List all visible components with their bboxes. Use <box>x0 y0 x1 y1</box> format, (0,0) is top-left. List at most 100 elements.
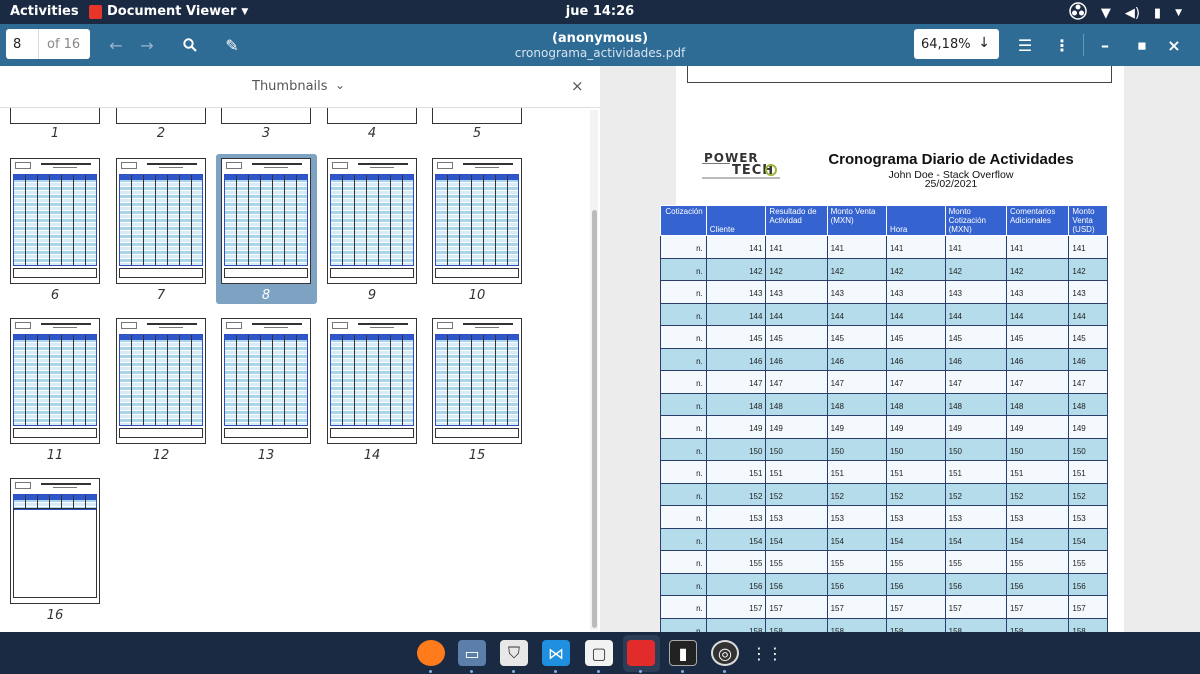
system-tray[interactable]: ▼ ◀) ▮ ▼ <box>1069 2 1182 24</box>
battery-icon[interactable]: ▮ <box>1154 6 1161 21</box>
thumbnail-page-partial[interactable] <box>327 108 417 124</box>
table-row: n. 145 145 145 145 145 145 145 <box>660 325 1108 349</box>
table-cell: 150 <box>826 437 887 461</box>
table-row: n. 142 142 142 142 142 142 142 <box>660 257 1108 281</box>
clock[interactable]: jue 14:26 <box>566 4 634 19</box>
close-sidebar-icon[interactable]: × <box>571 77 584 95</box>
thumbnail-page[interactable]: 15 <box>422 314 522 464</box>
table-row: n. 156 156 156 156 156 156 156 <box>660 572 1108 596</box>
top-bar: Activities Document Viewer ▼ jue 14:26 ▼… <box>0 0 1200 24</box>
document-view[interactable]: POWER TECH Cronograma Diario de Activida… <box>600 66 1200 632</box>
vscode-icon[interactable]: ⋈ <box>542 640 570 666</box>
table-cell: n. <box>660 482 707 506</box>
sidebar-mode-label[interactable]: Thumbnails <box>252 79 328 94</box>
running-indicator <box>639 670 642 673</box>
thumbnail-page[interactable]: 13 <box>211 314 311 464</box>
column-header: Monto Venta (USD) <box>1068 205 1108 236</box>
table-cell: n. <box>660 527 707 551</box>
back-arrow-icon[interactable]: ← <box>104 33 128 57</box>
app-grid-icon[interactable]: ⋮⋮ <box>751 640 783 666</box>
thumbnail-label: 14 <box>363 448 381 463</box>
volume-icon[interactable]: ◀) <box>1125 6 1140 21</box>
thumbnail-page[interactable]: 10 <box>422 154 522 304</box>
table-cell: n. <box>660 235 707 259</box>
table-cell: 154 <box>944 527 1007 551</box>
thumbnail-page[interactable]: 7 <box>106 154 206 304</box>
table-cell: 155 <box>1068 550 1108 574</box>
thumbnail-image <box>327 158 417 284</box>
table-cell: n. <box>660 370 707 394</box>
table-cell: 153 <box>1005 505 1070 529</box>
table-cell: 149 <box>1005 415 1070 439</box>
table-cell: 153 <box>1068 505 1108 529</box>
table-cell: 143 <box>765 280 828 304</box>
text-editor-icon[interactable]: ▢ <box>585 640 613 666</box>
pdf-viewer-icon[interactable] <box>627 640 655 666</box>
thumbnail-page-partial[interactable] <box>116 108 206 124</box>
running-indicator <box>723 670 726 673</box>
table-cell: 145 <box>826 325 887 349</box>
hamburger-menu-icon[interactable]: ☰ <box>1013 33 1037 57</box>
zoom-selector[interactable]: 64,18% ↓ <box>914 29 999 59</box>
thumbnail-page[interactable]: 8 <box>216 154 317 304</box>
app-menu[interactable]: Document Viewer ▼ <box>89 4 248 19</box>
close-window-icon[interactable]: × <box>1162 33 1186 57</box>
activities-button[interactable]: Activities <box>10 4 79 19</box>
thumbnail-page-partial[interactable] <box>10 108 100 124</box>
table-cell: 142 <box>944 257 1007 281</box>
table-cell: 143 <box>705 280 767 304</box>
annotate-pencil-icon[interactable]: ✎ <box>220 33 244 57</box>
thumbnail-label: 10 <box>468 288 486 303</box>
wifi-icon[interactable]: ▼ <box>1101 6 1111 21</box>
table-row: n. 143 143 143 143 143 143 143 <box>660 280 1108 304</box>
table-cell: 150 <box>1005 437 1070 461</box>
sidebar-scroll-thumb[interactable] <box>592 210 597 628</box>
kebab-menu-icon[interactable]: ⋮ <box>1050 33 1074 57</box>
header-bar: 8 of 16 ← → ✎ (anonymous) cronograma_act… <box>0 24 1200 66</box>
thumbnail-image <box>221 158 311 284</box>
thumbnail-page[interactable]: 6 <box>0 154 100 304</box>
search-icon[interactable] <box>178 33 202 57</box>
forward-arrow-icon[interactable]: → <box>135 33 159 57</box>
table-cell: 146 <box>1005 347 1070 371</box>
page-number-field[interactable]: 8 of 16 <box>6 29 90 59</box>
minimize-icon[interactable]: – <box>1093 33 1117 57</box>
table-cell: 144 <box>944 302 1007 326</box>
thumbnail-label: 16 <box>46 608 64 623</box>
thumbnail-page-partial[interactable] <box>221 108 311 124</box>
page-number-input[interactable]: 8 <box>6 29 39 59</box>
thumbnail-page[interactable]: 9 <box>317 154 417 304</box>
obs-tray-icon[interactable] <box>1069 2 1087 24</box>
table-cell: 152 <box>1005 482 1070 506</box>
table-row: n. 141 141 141 141 141 141 141 <box>660 235 1108 259</box>
table-cell: 145 <box>944 325 1007 349</box>
terminal-icon[interactable]: ▮ <box>669 640 697 666</box>
obs-icon[interactable]: ◎ <box>711 640 739 666</box>
maximize-icon[interactable]: ◼ <box>1130 33 1154 57</box>
thumbnail-page-partial[interactable] <box>432 108 522 124</box>
thumbnail-page[interactable]: 11 <box>0 314 100 464</box>
tray-chevron-down-icon[interactable]: ▼ <box>1175 8 1182 18</box>
table-cell: 151 <box>765 460 828 484</box>
thumbnail-label: 8 <box>261 288 271 303</box>
table-cell: 142 <box>1005 257 1070 281</box>
table-cell: 152 <box>826 482 887 506</box>
thumbnail-page[interactable]: 12 <box>106 314 206 464</box>
table-row: n. 148 148 148 148 148 148 148 <box>660 392 1108 416</box>
firefox-icon[interactable] <box>417 640 445 666</box>
thumbnail-page[interactable]: 14 <box>317 314 417 464</box>
files-icon[interactable]: ▭ <box>458 640 486 666</box>
table-cell: n. <box>660 302 707 326</box>
column-header: Monto Cotización (MXN) <box>944 205 1007 236</box>
table-cell: 156 <box>944 572 1007 596</box>
chevron-down-icon[interactable]: ⌄ <box>335 78 345 92</box>
table-cell: 149 <box>705 415 767 439</box>
table-row: n. 147 147 147 147 147 147 147 <box>660 370 1108 394</box>
table-cell: 153 <box>885 505 946 529</box>
thumbnail-sidebar: Thumbnails ⌄ × 1 2 3 4 5 6 7 8 9 10 11 12 13 14 15 16 <box>0 66 600 632</box>
company-logo: POWER TECH <box>702 149 782 181</box>
thumbnail-page[interactable]: 16 <box>0 474 100 624</box>
dock: ▭ ⛉ ⋈ ▢ ▮ ◎ ⋮⋮ <box>0 632 1200 674</box>
table-cell: 155 <box>1005 550 1070 574</box>
software-icon[interactable]: ⛉ <box>500 640 528 666</box>
